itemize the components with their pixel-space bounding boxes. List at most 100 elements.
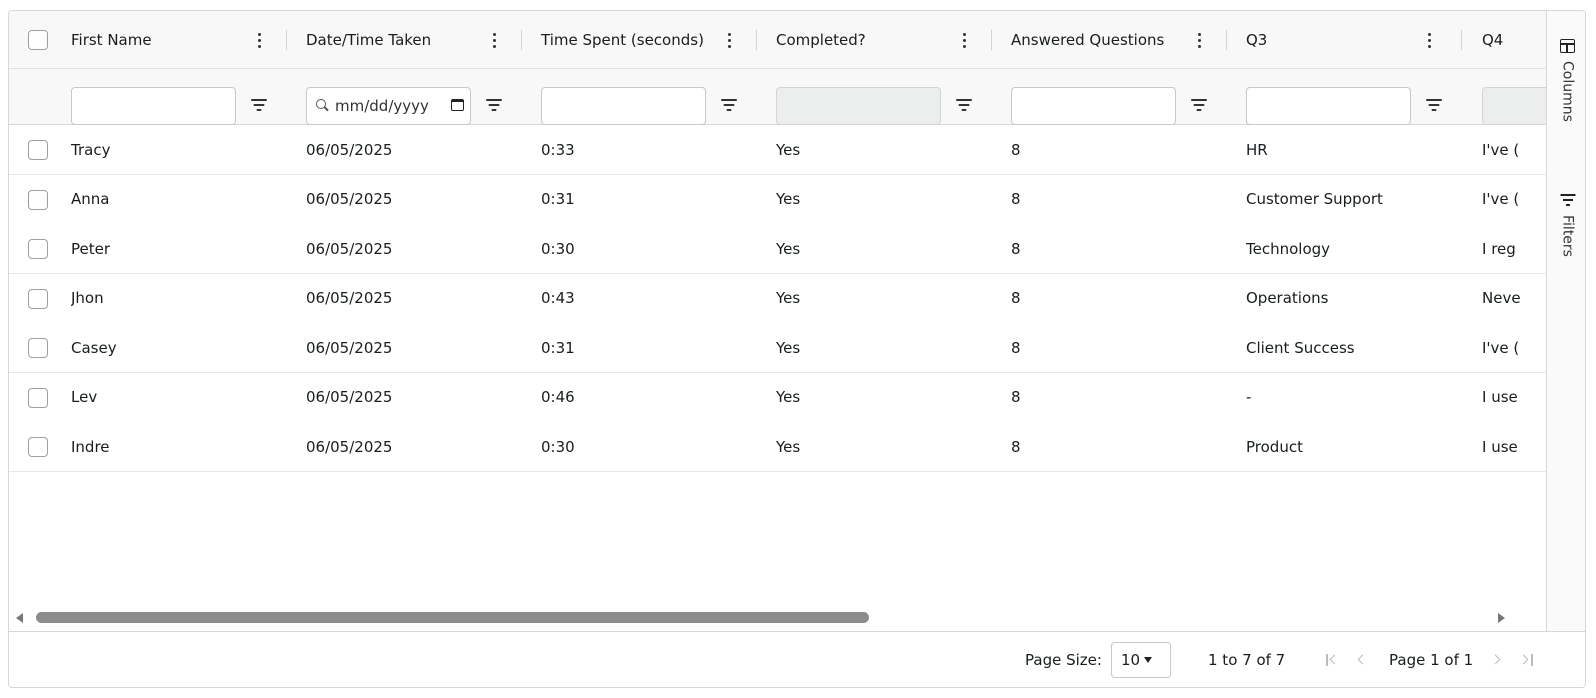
- page-size-select[interactable]: 10: [1111, 642, 1171, 678]
- next-page-icon[interactable]: [1489, 651, 1505, 669]
- column-header-completed[interactable]: Completed?: [776, 11, 866, 69]
- date-filter-input[interactable]: mm/dd/yyyy: [306, 87, 471, 125]
- search-icon: [315, 98, 331, 114]
- filter-row: mm/dd/yyyy: [9, 69, 1546, 125]
- cell-first-name: Tracy: [71, 140, 111, 159]
- cell-answered-questions: 8: [1011, 388, 1021, 406]
- caret-down-icon: [1144, 657, 1153, 663]
- cell-answered-questions: 8: [1011, 437, 1021, 456]
- cell-q4: I've (: [1482, 140, 1520, 159]
- column-header-time-spent[interactable]: Time Spent (seconds): [541, 11, 704, 69]
- cell-q4: I use: [1482, 388, 1518, 406]
- cell-date-time-taken: 06/05/2025: [306, 388, 393, 406]
- column-header-first-name[interactable]: First Name: [71, 11, 152, 69]
- cell-q3: Product: [1246, 437, 1303, 456]
- column-resize-handle[interactable]: [521, 30, 522, 50]
- row-select-checkbox[interactable]: [28, 288, 48, 309]
- cell-first-name: Lev: [71, 388, 98, 406]
- column-menu-icon[interactable]: [252, 29, 266, 51]
- row-select-checkbox[interactable]: [28, 387, 48, 408]
- cell-q4: Neve: [1482, 289, 1521, 307]
- cell-answered-questions: 8: [1011, 338, 1021, 357]
- filter-icon[interactable]: [485, 97, 503, 113]
- column-resize-handle[interactable]: [1226, 30, 1227, 50]
- cell-time-spent: 0:43: [541, 289, 575, 307]
- table-row[interactable]: Peter 06/05/2025 0:30 Yes 8 Technology I reg: [9, 224, 1546, 274]
- cell-first-name: Anna: [71, 190, 110, 208]
- date-filter-placeholder: mm/dd/yyyy: [335, 97, 429, 115]
- column-resize-handle[interactable]: [286, 30, 287, 50]
- first-name-filter-input[interactable]: [71, 87, 236, 125]
- column-header-date-time-taken[interactable]: Date/Time Taken: [306, 11, 431, 69]
- cell-date-time-taken: 06/05/2025: [306, 190, 393, 208]
- page-size-value: 10: [1121, 651, 1141, 669]
- last-page-icon[interactable]: [1518, 651, 1535, 669]
- column-menu-icon[interactable]: [487, 29, 501, 51]
- row-select-checkbox[interactable]: [28, 437, 48, 457]
- table-row[interactable]: Jhon 06/05/2025 0:43 Yes 8 Operations Neve: [9, 273, 1546, 324]
- cell-time-spent: 0:46: [541, 388, 575, 406]
- row-select-checkbox[interactable]: [28, 239, 48, 259]
- cell-q4: I've (: [1482, 338, 1520, 357]
- column-menu-icon[interactable]: [722, 29, 736, 51]
- cell-time-spent: 0:31: [541, 338, 575, 357]
- filter-icon[interactable]: [720, 97, 738, 113]
- row-select-checkbox[interactable]: [28, 338, 48, 358]
- column-header-answered-questions[interactable]: Answered Questions: [1011, 11, 1164, 69]
- table-row[interactable]: Tracy 06/05/2025 0:33 Yes 8 HR I've (: [9, 125, 1546, 175]
- column-resize-handle[interactable]: [756, 30, 757, 50]
- column-resize-handle[interactable]: [1461, 30, 1462, 50]
- table-row[interactable]: Lev 06/05/2025 0:46 Yes 8 - I use: [9, 372, 1546, 423]
- column-menu-icon[interactable]: [1192, 29, 1206, 51]
- data-grid: First Name Date/Time Taken Time Spent (s…: [8, 10, 1586, 688]
- column-header-q3[interactable]: Q3: [1246, 11, 1267, 69]
- column-menu-icon[interactable]: [1422, 29, 1436, 51]
- columns-tool-tab[interactable]: Columns: [1547, 39, 1585, 122]
- time-spent-filter-input[interactable]: [541, 87, 706, 125]
- previous-page-icon[interactable]: [1353, 651, 1369, 669]
- cell-completed: Yes: [776, 239, 801, 258]
- horizontal-scrollbar[interactable]: [9, 605, 1546, 631]
- select-all-checkbox[interactable]: [28, 30, 48, 50]
- page-size-label: Page Size:: [1025, 651, 1102, 669]
- answered-questions-filter-input[interactable]: [1011, 87, 1176, 125]
- cell-date-time-taken: 06/05/2025: [306, 289, 393, 307]
- filter-icon[interactable]: [1425, 97, 1443, 113]
- cell-completed: Yes: [776, 190, 801, 208]
- first-page-icon[interactable]: [1323, 651, 1340, 669]
- cell-answered-questions: 8: [1011, 239, 1021, 258]
- side-bar: Columns Filters: [1546, 11, 1585, 631]
- scroll-right-arrow-icon[interactable]: [1498, 613, 1505, 623]
- column-header-q4[interactable]: Q4: [1482, 11, 1503, 69]
- cell-date-time-taken: 06/05/2025: [306, 239, 393, 258]
- scroll-left-arrow-icon[interactable]: [16, 613, 23, 623]
- filter-icon[interactable]: [250, 97, 268, 113]
- cell-q3: Customer Support: [1246, 190, 1383, 208]
- column-resize-handle[interactable]: [991, 30, 992, 50]
- cell-q3: Operations: [1246, 289, 1329, 307]
- cell-completed: Yes: [776, 437, 801, 456]
- table-row[interactable]: Casey 06/05/2025 0:31 Yes 8 Client Success I'v…: [9, 323, 1546, 373]
- cell-answered-questions: 8: [1011, 190, 1021, 208]
- filter-icon[interactable]: [955, 97, 973, 113]
- header-row: First Name Date/Time Taken Time Spent (s…: [9, 11, 1546, 69]
- calendar-icon[interactable]: [451, 99, 464, 111]
- cell-completed: Yes: [776, 289, 801, 307]
- cell-time-spent: 0:31: [541, 190, 575, 208]
- columns-tab-label: Columns: [1559, 61, 1576, 122]
- row-select-checkbox[interactable]: [28, 140, 48, 160]
- cell-completed: Yes: [776, 388, 801, 406]
- cell-first-name: Jhon: [71, 289, 104, 307]
- cell-time-spent: 0:33: [541, 140, 575, 159]
- scrollbar-thumb[interactable]: [36, 612, 869, 623]
- table-row[interactable]: Indre 06/05/2025 0:30 Yes 8 Product I use: [9, 422, 1546, 472]
- cell-answered-questions: 8: [1011, 140, 1021, 159]
- filters-tool-tab[interactable]: Filters: [1547, 193, 1585, 257]
- table-row[interactable]: Anna 06/05/2025 0:31 Yes 8 Customer Support I'…: [9, 174, 1546, 225]
- row-select-checkbox[interactable]: [28, 189, 48, 210]
- row-range-summary: 1 to 7 of 7: [1208, 651, 1286, 669]
- filter-icon[interactable]: [1190, 97, 1208, 113]
- cell-q3: Technology: [1246, 239, 1331, 258]
- column-menu-icon[interactable]: [957, 29, 971, 51]
- q3-filter-input[interactable]: [1246, 87, 1411, 125]
